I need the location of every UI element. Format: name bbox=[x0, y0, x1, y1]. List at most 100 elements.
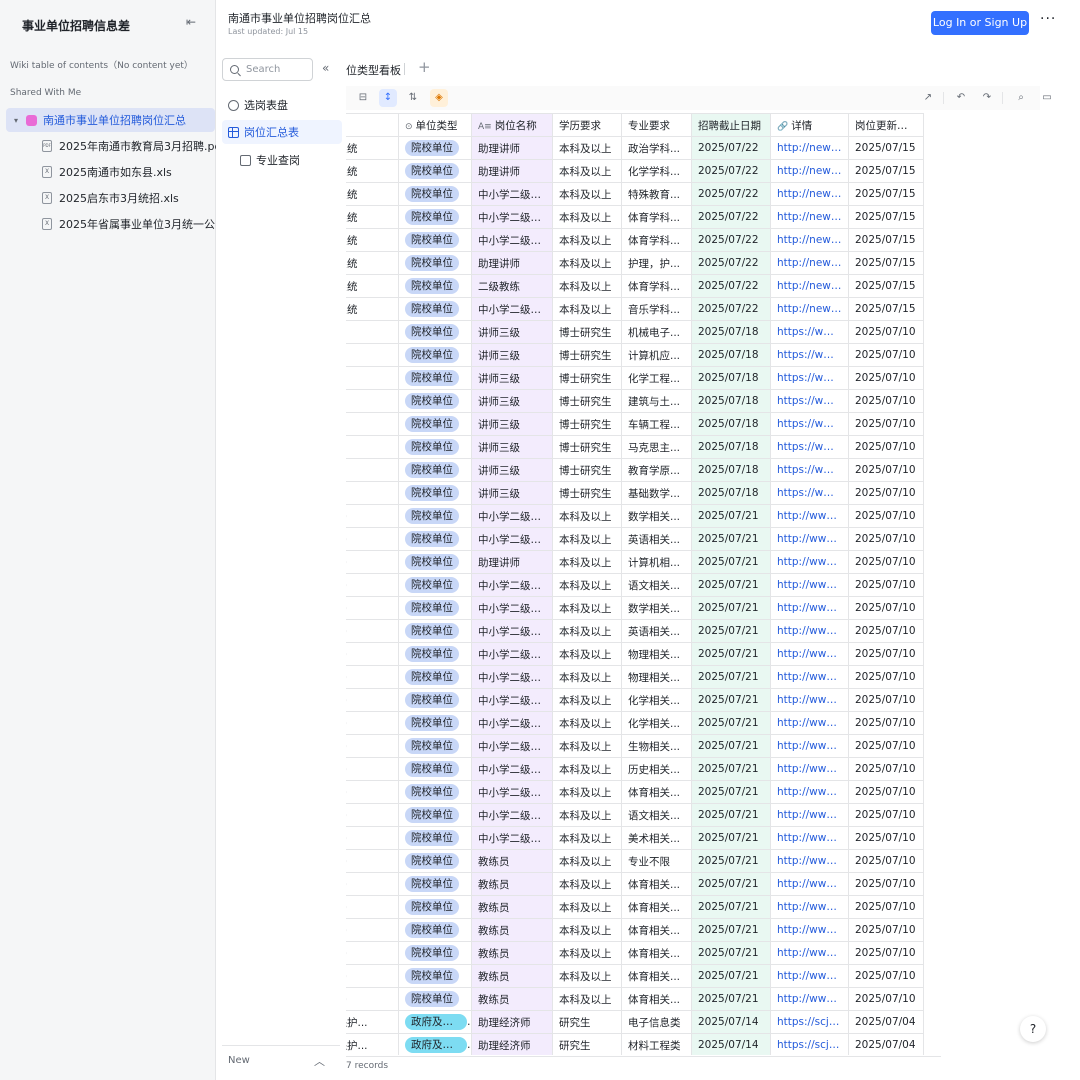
table-row[interactable]: 育局院校单位中小学二级教...本科及以上语文相关...2025/07/21htt… bbox=[346, 573, 924, 597]
cell-details[interactable]: http://www.... bbox=[770, 734, 849, 758]
field-settings-icon[interactable]: ⊟ bbox=[354, 89, 372, 107]
cell-deadline[interactable]: 2025/07/18 bbox=[691, 366, 771, 390]
cell-deadline[interactable]: 2025/07/18 bbox=[691, 343, 771, 367]
cell-education[interactable]: 本科及以上 bbox=[552, 182, 622, 206]
cell-deadline[interactable]: 2025/07/22 bbox=[691, 274, 771, 298]
cell-details[interactable]: http://www.... bbox=[770, 504, 849, 528]
cell-details[interactable]: http://www.... bbox=[770, 596, 849, 620]
cell-education[interactable]: 本科及以上 bbox=[552, 205, 622, 229]
cell-unit-type[interactable]: 院校单位 bbox=[398, 826, 472, 850]
cell-deadline[interactable]: 2025/07/21 bbox=[691, 826, 771, 850]
cell-education[interactable]: 博士研究生 bbox=[552, 458, 622, 482]
table-row[interactable]: 育局院校单位教练员本科及以上体育相关...2025/07/21http://ww… bbox=[346, 918, 924, 942]
tab-kanban-view[interactable]: 位类型看板 bbox=[346, 62, 401, 78]
cell-education[interactable]: 博士研究生 bbox=[552, 435, 622, 459]
cell-unit-type[interactable]: 政府及其... bbox=[398, 1010, 472, 1034]
cell-position[interactable]: 中小学二级教... bbox=[471, 182, 553, 206]
search-box[interactable] bbox=[222, 58, 313, 81]
nav-item-table[interactable]: 岗位汇总表 bbox=[222, 120, 342, 144]
table-row[interactable]: 育局院校单位教练员本科及以上体育相关...2025/07/21http://ww… bbox=[346, 964, 924, 988]
cell-education[interactable]: 本科及以上 bbox=[552, 619, 622, 643]
table-row[interactable]: 2 院校单位讲师三级博士研究生教育学原...2025/07/18https://w… bbox=[346, 458, 924, 482]
cell-deadline[interactable]: 2025/07/21 bbox=[691, 619, 771, 643]
cell-major[interactable]: 英语相关... bbox=[621, 619, 692, 643]
table-row[interactable]: 育系统院校单位助理讲师本科及以上化学学科...2025/07/22http://… bbox=[346, 159, 924, 183]
cell-unit[interactable]: 育局 bbox=[346, 665, 399, 689]
cell-position[interactable]: 讲师三级 bbox=[471, 481, 553, 505]
cell-deadline[interactable]: 2025/07/22 bbox=[691, 182, 771, 206]
cell-deadline[interactable]: 2025/07/21 bbox=[691, 550, 771, 574]
cell-education[interactable]: 本科及以上 bbox=[552, 780, 622, 804]
cell-unit[interactable]: 育系统 bbox=[346, 228, 399, 252]
cell-unit-type[interactable]: 院校单位 bbox=[398, 274, 472, 298]
cell-updated[interactable]: 2025/07/10 bbox=[848, 826, 924, 850]
cell-details[interactable]: http://news.... bbox=[770, 136, 849, 160]
table-row[interactable]: 育局院校单位教练员本科及以上体育相关...2025/07/21http://ww… bbox=[346, 872, 924, 896]
nav-item-dashboard[interactable]: 选岗表盘 bbox=[222, 93, 342, 117]
cell-position[interactable]: 二级教练 bbox=[471, 274, 553, 298]
cell-deadline[interactable]: 2025/07/18 bbox=[691, 458, 771, 482]
help-icon[interactable]: ? bbox=[1020, 1016, 1046, 1042]
cell-education[interactable]: 博士研究生 bbox=[552, 366, 622, 390]
table-row[interactable]: 育局院校单位中小学二级教...本科及以上英语相关...2025/07/21htt… bbox=[346, 527, 924, 551]
table-row[interactable]: 育局院校单位中小学二级教...本科及以上美术相关...2025/07/21htt… bbox=[346, 826, 924, 850]
header-col-position[interactable]: A≡ 岗位名称 bbox=[471, 113, 553, 137]
cell-updated[interactable]: 2025/07/15 bbox=[848, 205, 924, 229]
cell-position[interactable]: 中小学二级教... bbox=[471, 527, 553, 551]
cell-position[interactable]: 中小学二级教... bbox=[471, 688, 553, 712]
table-row[interactable]: 2 院校单位讲师三级博士研究生车辆工程...2025/07/18https://w… bbox=[346, 412, 924, 436]
cell-details[interactable]: http://www.... bbox=[770, 757, 849, 781]
cell-deadline[interactable]: 2025/07/21 bbox=[691, 987, 771, 1011]
cell-education[interactable]: 研究生 bbox=[552, 1010, 622, 1034]
cell-deadline[interactable]: 2025/07/21 bbox=[691, 596, 771, 620]
table-row[interactable]: 2 院校单位讲师三级博士研究生化学工程...2025/07/18https://w… bbox=[346, 366, 924, 390]
cell-unit[interactable]: 2 bbox=[346, 366, 399, 390]
cell-education[interactable]: 本科及以上 bbox=[552, 711, 622, 735]
fold-sidebar-icon[interactable]: « bbox=[322, 61, 329, 75]
cell-education[interactable]: 本科及以上 bbox=[552, 803, 622, 827]
cell-major[interactable]: 历史相关... bbox=[621, 757, 692, 781]
table-row[interactable]: 权保护... 政府及其...助理经济师研究生材料工程类2025/07/14http… bbox=[346, 1033, 924, 1055]
cell-education[interactable]: 研究生 bbox=[552, 1033, 622, 1055]
cell-updated[interactable]: 2025/07/10 bbox=[848, 504, 924, 528]
cell-major[interactable]: 教育学原... bbox=[621, 458, 692, 482]
cell-position[interactable]: 助理经济师 bbox=[471, 1033, 553, 1055]
cell-education[interactable]: 本科及以上 bbox=[552, 757, 622, 781]
cell-position[interactable]: 助理讲师 bbox=[471, 550, 553, 574]
cell-position[interactable]: 中小学二级教... bbox=[471, 711, 553, 735]
cell-unit-type[interactable]: 院校单位 bbox=[398, 320, 472, 344]
cell-education[interactable]: 本科及以上 bbox=[552, 228, 622, 252]
cell-unit[interactable]: 育局 bbox=[346, 803, 399, 827]
cell-position[interactable]: 讲师三级 bbox=[471, 343, 553, 367]
cell-position[interactable]: 教练员 bbox=[471, 987, 553, 1011]
cell-unit-type[interactable]: 院校单位 bbox=[398, 182, 472, 206]
header-col-details[interactable]: 🔗 详情 bbox=[770, 113, 849, 137]
cell-major[interactable]: 计算机应... bbox=[621, 343, 692, 367]
cell-position[interactable]: 中小学二级教... bbox=[471, 780, 553, 804]
cell-unit-type[interactable]: 院校单位 bbox=[398, 757, 472, 781]
cell-position[interactable]: 中小学二级教... bbox=[471, 297, 553, 321]
table-row[interactable]: 育系统院校单位助理讲师本科及以上护理，护...2025/07/22http://… bbox=[346, 251, 924, 275]
cell-details[interactable]: https://scjgj.... bbox=[770, 1010, 849, 1034]
cell-position[interactable]: 讲师三级 bbox=[471, 458, 553, 482]
cell-education[interactable]: 博士研究生 bbox=[552, 389, 622, 413]
cell-major[interactable]: 政治学科... bbox=[621, 136, 692, 160]
cell-details[interactable]: http://www.... bbox=[770, 642, 849, 666]
cell-position[interactable]: 教练员 bbox=[471, 872, 553, 896]
cell-position[interactable]: 讲师三级 bbox=[471, 320, 553, 344]
cell-details[interactable]: http://news.... bbox=[770, 182, 849, 206]
cell-position[interactable]: 中小学二级教... bbox=[471, 573, 553, 597]
cell-major[interactable]: 数学相关... bbox=[621, 596, 692, 620]
table-row[interactable]: 育系统院校单位中小学二级教...本科及以上音乐学科...2025/07/22ht… bbox=[346, 297, 924, 321]
cell-position[interactable]: 中小学二级教... bbox=[471, 757, 553, 781]
redo-icon[interactable]: ↷ bbox=[978, 89, 996, 107]
cell-details[interactable]: https://scjgj.... bbox=[770, 1033, 849, 1055]
cell-unit[interactable]: 育系统 bbox=[346, 159, 399, 183]
cell-deadline[interactable]: 2025/07/22 bbox=[691, 297, 771, 321]
header-col-major[interactable]: 专业要求 bbox=[621, 113, 692, 137]
cell-updated[interactable]: 2025/07/10 bbox=[848, 435, 924, 459]
cell-unit-type[interactable]: 院校单位 bbox=[398, 159, 472, 183]
cell-position[interactable]: 中小学二级教... bbox=[471, 665, 553, 689]
cell-deadline[interactable]: 2025/07/22 bbox=[691, 228, 771, 252]
cell-major[interactable]: 材料工程类 bbox=[621, 1033, 692, 1055]
